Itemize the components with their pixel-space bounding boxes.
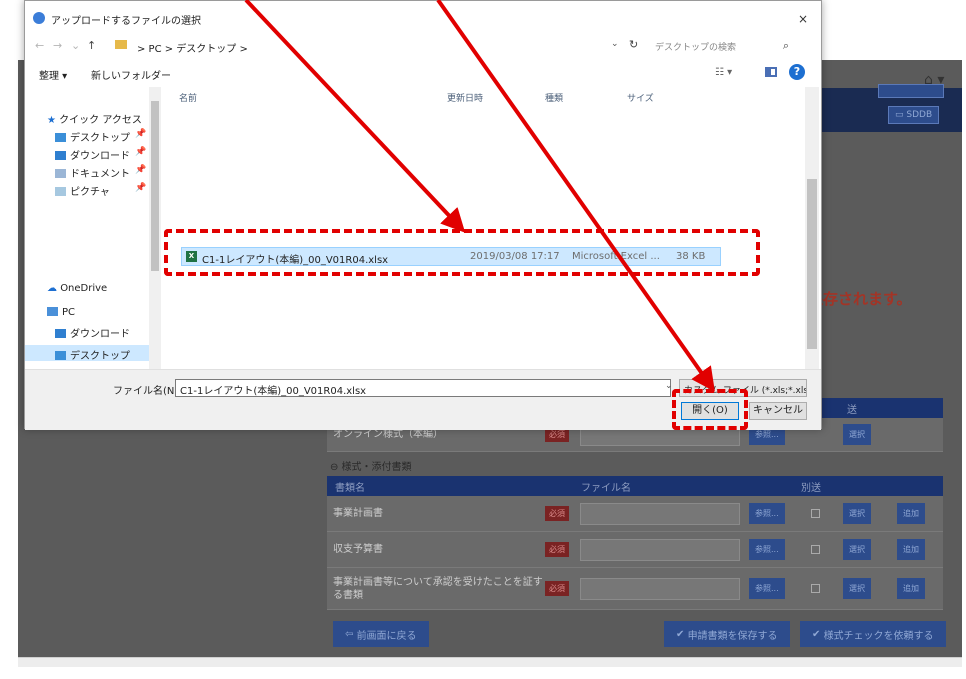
arrow-to-open-button [436,0,715,392]
annotation-arrows [244,0,715,392]
arrow-to-file [244,0,466,233]
